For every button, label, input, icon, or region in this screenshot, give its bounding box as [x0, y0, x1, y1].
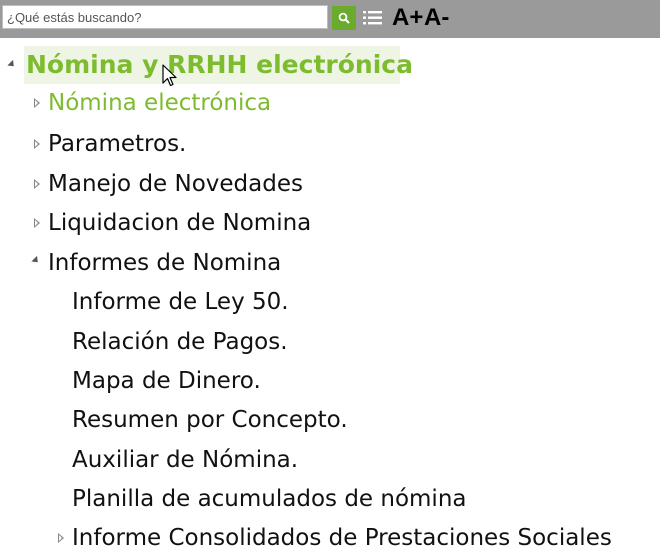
triangle-right-icon[interactable]: [34, 98, 40, 108]
triangle-right-icon[interactable]: [34, 218, 40, 228]
tree-item-informes-nomina[interactable]: Informes de Nomina: [48, 249, 281, 277]
tree-item-parametros[interactable]: Parametros.: [48, 130, 186, 158]
tree-item-informe-ley-50[interactable]: Informe de Ley 50.: [72, 288, 289, 316]
triangle-down-icon[interactable]: [7, 59, 17, 70]
tree-item-informe-consolidados[interactable]: Informe Consolidados de Prestaciones Soc…: [72, 524, 612, 552]
mouse-pointer-icon: [162, 64, 177, 87]
triangle-down-icon[interactable]: [31, 255, 41, 266]
navigation-tree: Nómina y RRHH electrónica Nómina electró…: [0, 0, 660, 560]
tree-item-nomina-electronica[interactable]: Nómina electrónica: [48, 89, 271, 117]
triangle-right-icon[interactable]: [34, 179, 40, 189]
tree-item-relacion-pagos[interactable]: Relación de Pagos.: [72, 328, 288, 356]
tree-root-label[interactable]: Nómina y RRHH electrónica: [26, 46, 413, 84]
tree-item-manejo-novedades[interactable]: Manejo de Novedades: [48, 170, 303, 198]
triangle-right-icon[interactable]: [34, 139, 40, 149]
tree-item-mapa-dinero[interactable]: Mapa de Dinero.: [72, 367, 261, 395]
tree-item-liquidacion-nomina[interactable]: Liquidacion de Nomina: [48, 209, 311, 237]
triangle-right-icon[interactable]: [58, 533, 64, 543]
tree-item-resumen-concepto[interactable]: Resumen por Concepto.: [72, 406, 348, 434]
tree-item-auxiliar-nomina[interactable]: Auxiliar de Nómina.: [72, 446, 298, 474]
tree-item-planilla-acumulados[interactable]: Planilla de acumulados de nómina: [72, 485, 467, 513]
